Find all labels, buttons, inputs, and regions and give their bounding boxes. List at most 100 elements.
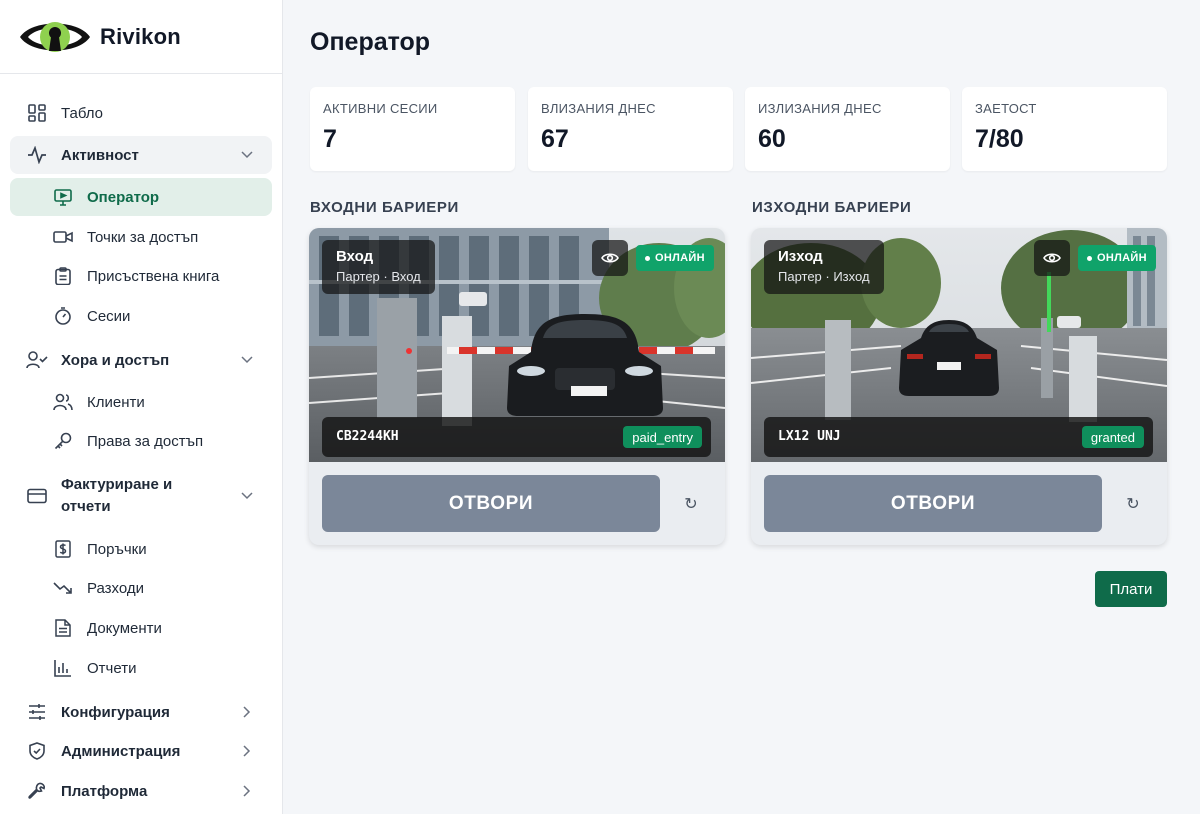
status-dot-icon [1087, 255, 1092, 261]
refresh-icon[interactable]: ↻ [1122, 493, 1144, 515]
status-badge-online: ОНЛАЙН [1078, 245, 1156, 271]
access-status-badge: granted [1081, 426, 1144, 448]
sidebar-item-attendance-book[interactable]: Присъствена книга [10, 257, 272, 295]
stat-label: ИЗЛИЗАНИЯ ДНЕС [758, 101, 882, 116]
sidebar-item-label: Документи [87, 619, 162, 637]
sidebar-item-operator[interactable]: Оператор [10, 178, 272, 216]
stat-card-exits-today: ИЗЛИЗАНИЯ ДНЕС 60 [745, 87, 950, 171]
camera-icon [52, 226, 74, 248]
section-title-entry-barriers: ВХОДНИ БАРИЕРИ [310, 199, 459, 216]
sidebar-item-orders[interactable]: Поръчки [10, 530, 272, 568]
sidebar-item-label: Фактуриране и отчети [61, 476, 173, 515]
sidebar-item-label: Администрация [61, 742, 181, 760]
barrier-name: Изход [778, 248, 823, 265]
sidebar: Rivikon Табло Активност Оператор Точки з… [0, 0, 283, 814]
status-text: ОНЛАЙН [655, 252, 705, 264]
barrier-location: Партер · Вход [336, 269, 421, 284]
chevron-right-icon [240, 705, 254, 719]
sidebar-item-label: Табло [61, 104, 104, 122]
sidebar-item-label: Отчети [87, 659, 137, 677]
sidebar-item-platform[interactable]: Платформа [10, 772, 272, 810]
clipboard-icon [52, 265, 74, 287]
access-status-badge: paid_entry [623, 426, 702, 448]
view-stream-button[interactable] [1034, 240, 1070, 276]
stat-label: ЗАЕТОСТ [975, 101, 1037, 116]
user-check-icon [26, 349, 48, 371]
dashboard-icon [26, 102, 48, 124]
sidebar-item-expenses[interactable]: Разходи [10, 569, 272, 607]
brand[interactable]: Rivikon [0, 0, 282, 74]
barrier-card-entry: Вход Партер · Вход ОНЛАЙН CB2244KH paid_… [309, 228, 725, 545]
sidebar-item-access-points[interactable]: Точки за достъп [10, 218, 272, 256]
barrier-card-exit: Изход Партер · Изход ОНЛАЙН LX12 UNJ gra… [751, 228, 1167, 545]
brand-name: Rivikon [100, 23, 181, 49]
chevron-right-icon [240, 784, 254, 798]
sidebar-item-administration[interactable]: Администрация [10, 732, 272, 770]
sidebar-item-label: Права за достъп [87, 432, 204, 450]
activity-icon [26, 144, 48, 166]
sidebar-item-dashboard[interactable]: Табло [10, 94, 272, 132]
sidebar-item-clients[interactable]: Клиенти [10, 383, 272, 421]
sidebar-item-reports[interactable]: Отчети [10, 649, 272, 687]
refresh-icon[interactable]: ↻ [680, 493, 702, 515]
chevron-right-icon [240, 744, 254, 758]
stat-value: 67 [541, 125, 569, 153]
stat-value: 60 [758, 125, 786, 153]
plate-bar: CB2244KH paid_entry [322, 417, 711, 457]
camera-label: Изход Партер · Изход [764, 240, 884, 294]
eye-icon [601, 253, 619, 263]
timer-icon [52, 305, 74, 327]
camera-label: Вход Партер · Вход [322, 240, 435, 294]
license-plate: CB2244KH [336, 429, 399, 444]
key-icon [52, 430, 74, 452]
shield-icon [26, 740, 48, 762]
sidebar-item-people-access[interactable]: Хора и достъп [10, 341, 272, 379]
view-stream-button[interactable] [592, 240, 628, 276]
license-plate: LX12 UNJ [778, 429, 841, 444]
stat-card-entries-today: ВЛИЗАНИЯ ДНЕС 67 [528, 87, 733, 171]
barrier-name: Вход [336, 248, 374, 265]
sidebar-item-label: Активност [61, 146, 139, 164]
open-barrier-button[interactable]: ОТВОРИ [764, 475, 1102, 532]
file-text-icon [52, 617, 74, 639]
credit-card-icon [26, 485, 48, 507]
sidebar-item-billing-reports[interactable]: Фактуриране и отчети [10, 470, 272, 522]
stat-value: 7/80 [975, 125, 1024, 153]
status-dot-icon [645, 255, 650, 261]
stat-label: АКТИВНИ СЕСИИ [323, 101, 438, 116]
sliders-icon [26, 701, 48, 723]
sidebar-item-label: Присъствена книга [87, 267, 220, 285]
stat-value: 7 [323, 125, 337, 153]
dollar-file-icon [52, 538, 74, 560]
users-icon [52, 391, 74, 413]
monitor-icon [52, 186, 74, 208]
sidebar-item-label: Хора и достъп [61, 351, 170, 369]
sidebar-item-label: Платформа [61, 782, 148, 800]
sidebar-item-sessions[interactable]: Сесии [10, 297, 272, 335]
barrier-location: Партер · Изход [778, 269, 870, 284]
chevron-down-icon [240, 489, 254, 503]
chevron-down-icon [240, 353, 254, 367]
sidebar-item-label: Сесии [87, 307, 131, 325]
sidebar-item-label: Конфигурация [61, 703, 170, 721]
sidebar-item-label: Поръчки [87, 540, 147, 558]
chevron-down-icon [240, 148, 254, 162]
main-content: Оператор АКТИВНИ СЕСИИ 7 ВЛИЗАНИЯ ДНЕС 6… [284, 0, 1200, 814]
page-title: Оператор [310, 28, 431, 56]
wrench-icon [26, 780, 48, 802]
sidebar-item-documents[interactable]: Документи [10, 609, 272, 647]
sidebar-item-label: Клиенти [87, 393, 145, 411]
stat-label: ВЛИЗАНИЯ ДНЕС [541, 101, 656, 116]
section-title-exit-barriers: ИЗХОДНИ БАРИЕРИ [752, 199, 912, 216]
sidebar-item-activity[interactable]: Активност [10, 136, 272, 174]
sidebar-item-configuration[interactable]: Конфигурация [10, 693, 272, 731]
status-text: ОНЛАЙН [1097, 252, 1147, 264]
sidebar-item-access-rights[interactable]: Права за достъп [10, 422, 272, 460]
open-barrier-button[interactable]: ОТВОРИ [322, 475, 660, 532]
sidebar-item-label: Точки за достъп [87, 228, 199, 246]
sidebar-item-label: Разходи [87, 579, 145, 597]
stat-card-active-sessions: АКТИВНИ СЕСИИ 7 [310, 87, 515, 171]
pay-button[interactable]: Плати [1095, 571, 1167, 607]
status-badge-online: ОНЛАЙН [636, 245, 714, 271]
sidebar-item-label: Оператор [87, 188, 160, 206]
